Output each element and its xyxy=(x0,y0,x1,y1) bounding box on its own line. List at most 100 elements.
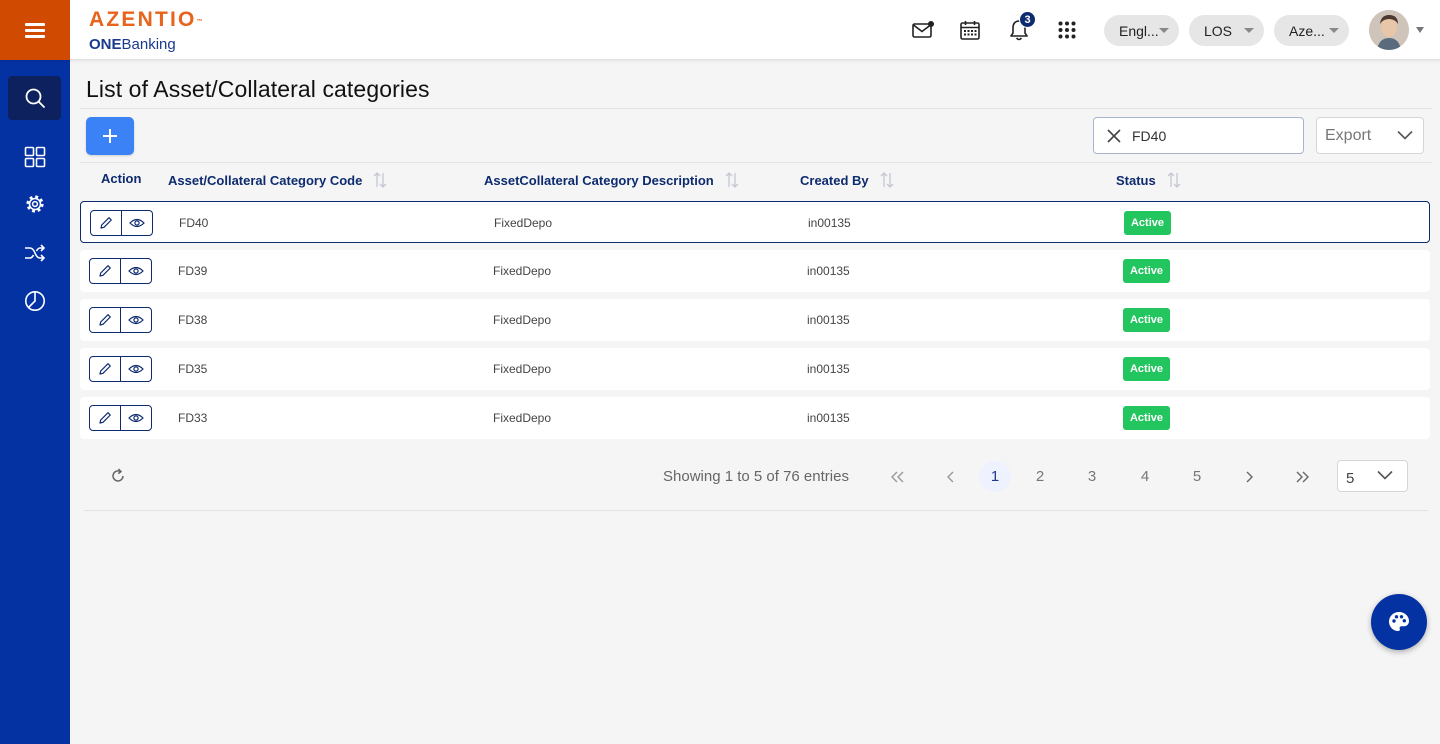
status-badge: Active xyxy=(1123,357,1170,381)
page-4-button[interactable]: 4 xyxy=(1129,461,1161,492)
chevron-down-icon xyxy=(1329,28,1339,33)
eye-icon xyxy=(128,218,145,228)
chevron-down-icon xyxy=(1377,470,1393,480)
sidebar-item-settings[interactable] xyxy=(8,182,61,226)
chevron-down-icon xyxy=(1244,28,1254,33)
edit-button[interactable] xyxy=(90,259,121,283)
cell-description: FixedDepo xyxy=(493,313,552,327)
apps-grid-icon[interactable] xyxy=(1054,16,1080,44)
cell-description: FixedDepo xyxy=(493,362,552,376)
sort-icon xyxy=(880,172,894,188)
chevron-down-icon xyxy=(1159,28,1169,33)
row-actions xyxy=(89,356,152,382)
edit-button[interactable] xyxy=(90,406,121,430)
add-button[interactable] xyxy=(86,117,134,155)
divider xyxy=(80,162,1432,163)
cell-code: FD33 xyxy=(178,411,208,425)
pencil-icon xyxy=(100,217,112,229)
hamburger-icon xyxy=(25,23,45,38)
pencil-icon xyxy=(99,363,111,375)
mail-icon[interactable] xyxy=(910,16,936,44)
plus-icon xyxy=(103,129,117,143)
edit-button[interactable] xyxy=(90,357,121,381)
column-header-created-by[interactable]: Created By xyxy=(800,171,895,189)
view-button[interactable] xyxy=(121,357,151,381)
sidebar-item-reports[interactable] xyxy=(8,279,61,323)
pencil-icon xyxy=(99,265,111,277)
table-row[interactable]: FD40 FixedDepo in00135 Active xyxy=(80,201,1430,243)
table-row[interactable]: FD33 FixedDepo in00135 Active xyxy=(80,397,1430,439)
entity-dropdown[interactable]: Aze... xyxy=(1274,15,1349,46)
rows-per-page-value: 5 xyxy=(1346,470,1355,487)
page-3-button[interactable]: 3 xyxy=(1076,461,1108,492)
export-dropdown[interactable]: Export xyxy=(1316,117,1424,154)
pie-chart-icon xyxy=(24,291,45,311)
column-header-description[interactable]: AssetCollateral Category Description xyxy=(484,171,740,189)
entries-summary: Showing 1 to 5 of 76 entries xyxy=(663,468,849,485)
eye-icon xyxy=(127,413,144,423)
user-menu-caret-icon[interactable] xyxy=(1416,27,1424,33)
sidebar-item-workflow[interactable] xyxy=(8,231,61,275)
view-button[interactable] xyxy=(121,406,151,430)
cell-description: FixedDepo xyxy=(494,216,553,230)
module-dropdown[interactable]: LOS xyxy=(1189,15,1264,46)
refresh-icon[interactable] xyxy=(109,467,127,485)
column-header-status[interactable]: Status xyxy=(1116,171,1182,189)
cell-code: FD35 xyxy=(178,362,208,376)
double-chevron-right-icon xyxy=(1296,471,1309,482)
status-badge: Active xyxy=(1123,259,1170,283)
view-button[interactable] xyxy=(121,259,151,283)
previous-page-button[interactable] xyxy=(935,461,967,492)
sort-icon xyxy=(1167,172,1181,188)
first-page-button[interactable] xyxy=(882,461,914,492)
page-5-button[interactable]: 5 xyxy=(1181,461,1213,492)
sidebar-item-dashboard[interactable] xyxy=(8,135,61,179)
view-button[interactable] xyxy=(122,211,152,235)
search-field xyxy=(1093,117,1304,154)
user-avatar[interactable] xyxy=(1369,10,1409,50)
menu-toggle-button[interactable] xyxy=(0,0,70,60)
close-icon[interactable] xyxy=(1106,128,1122,144)
cell-created-by: in00135 xyxy=(808,216,851,230)
next-page-button[interactable] xyxy=(1233,461,1265,492)
view-button[interactable] xyxy=(121,308,151,332)
notification-count-badge: 3 xyxy=(1019,11,1036,28)
logo-subtitle: ONEBanking xyxy=(89,36,176,53)
page-title: List of Asset/Collateral categories xyxy=(86,76,430,102)
divider xyxy=(84,510,1428,511)
edit-button[interactable] xyxy=(91,211,122,235)
edit-button[interactable] xyxy=(90,308,121,332)
search-icon xyxy=(25,88,45,108)
table-row[interactable]: FD35 FixedDepo in00135 Active xyxy=(80,348,1430,390)
dashboard-grid-icon xyxy=(24,146,45,168)
app-logo: AZENTIO™ ONEBanking xyxy=(89,9,203,54)
cell-created-by: in00135 xyxy=(807,313,850,327)
theme-palette-button[interactable] xyxy=(1371,594,1427,650)
cell-description: FixedDepo xyxy=(493,411,552,425)
gear-icon xyxy=(25,195,44,213)
pencil-icon xyxy=(99,314,111,326)
rows-per-page-dropdown[interactable]: 5 xyxy=(1337,460,1408,492)
eye-icon xyxy=(127,266,144,276)
sort-icon xyxy=(725,172,739,188)
cell-code: FD38 xyxy=(178,313,208,327)
page-1-button[interactable]: 1 xyxy=(979,461,1011,492)
divider xyxy=(80,108,1432,109)
last-page-button[interactable] xyxy=(1286,461,1318,492)
module-value: LOS xyxy=(1204,22,1233,39)
column-header-code[interactable]: Asset/Collateral Category Code xyxy=(168,171,388,189)
cell-created-by: in00135 xyxy=(807,264,850,278)
status-badge: Active xyxy=(1123,308,1170,332)
language-dropdown[interactable]: Engl... xyxy=(1104,15,1179,46)
chevron-down-icon xyxy=(1397,130,1413,140)
eye-icon xyxy=(127,315,144,325)
calendar-icon[interactable] xyxy=(957,16,983,44)
page-2-button[interactable]: 2 xyxy=(1024,461,1056,492)
palette-icon xyxy=(1389,612,1409,631)
chevron-left-icon xyxy=(947,471,954,482)
table-row[interactable]: FD38 FixedDepo in00135 Active xyxy=(80,299,1430,341)
row-actions xyxy=(89,258,152,284)
table-row[interactable]: FD39 FixedDepo in00135 Active xyxy=(80,250,1430,292)
sidebar-item-search[interactable] xyxy=(8,76,61,120)
search-input[interactable] xyxy=(1132,126,1292,146)
